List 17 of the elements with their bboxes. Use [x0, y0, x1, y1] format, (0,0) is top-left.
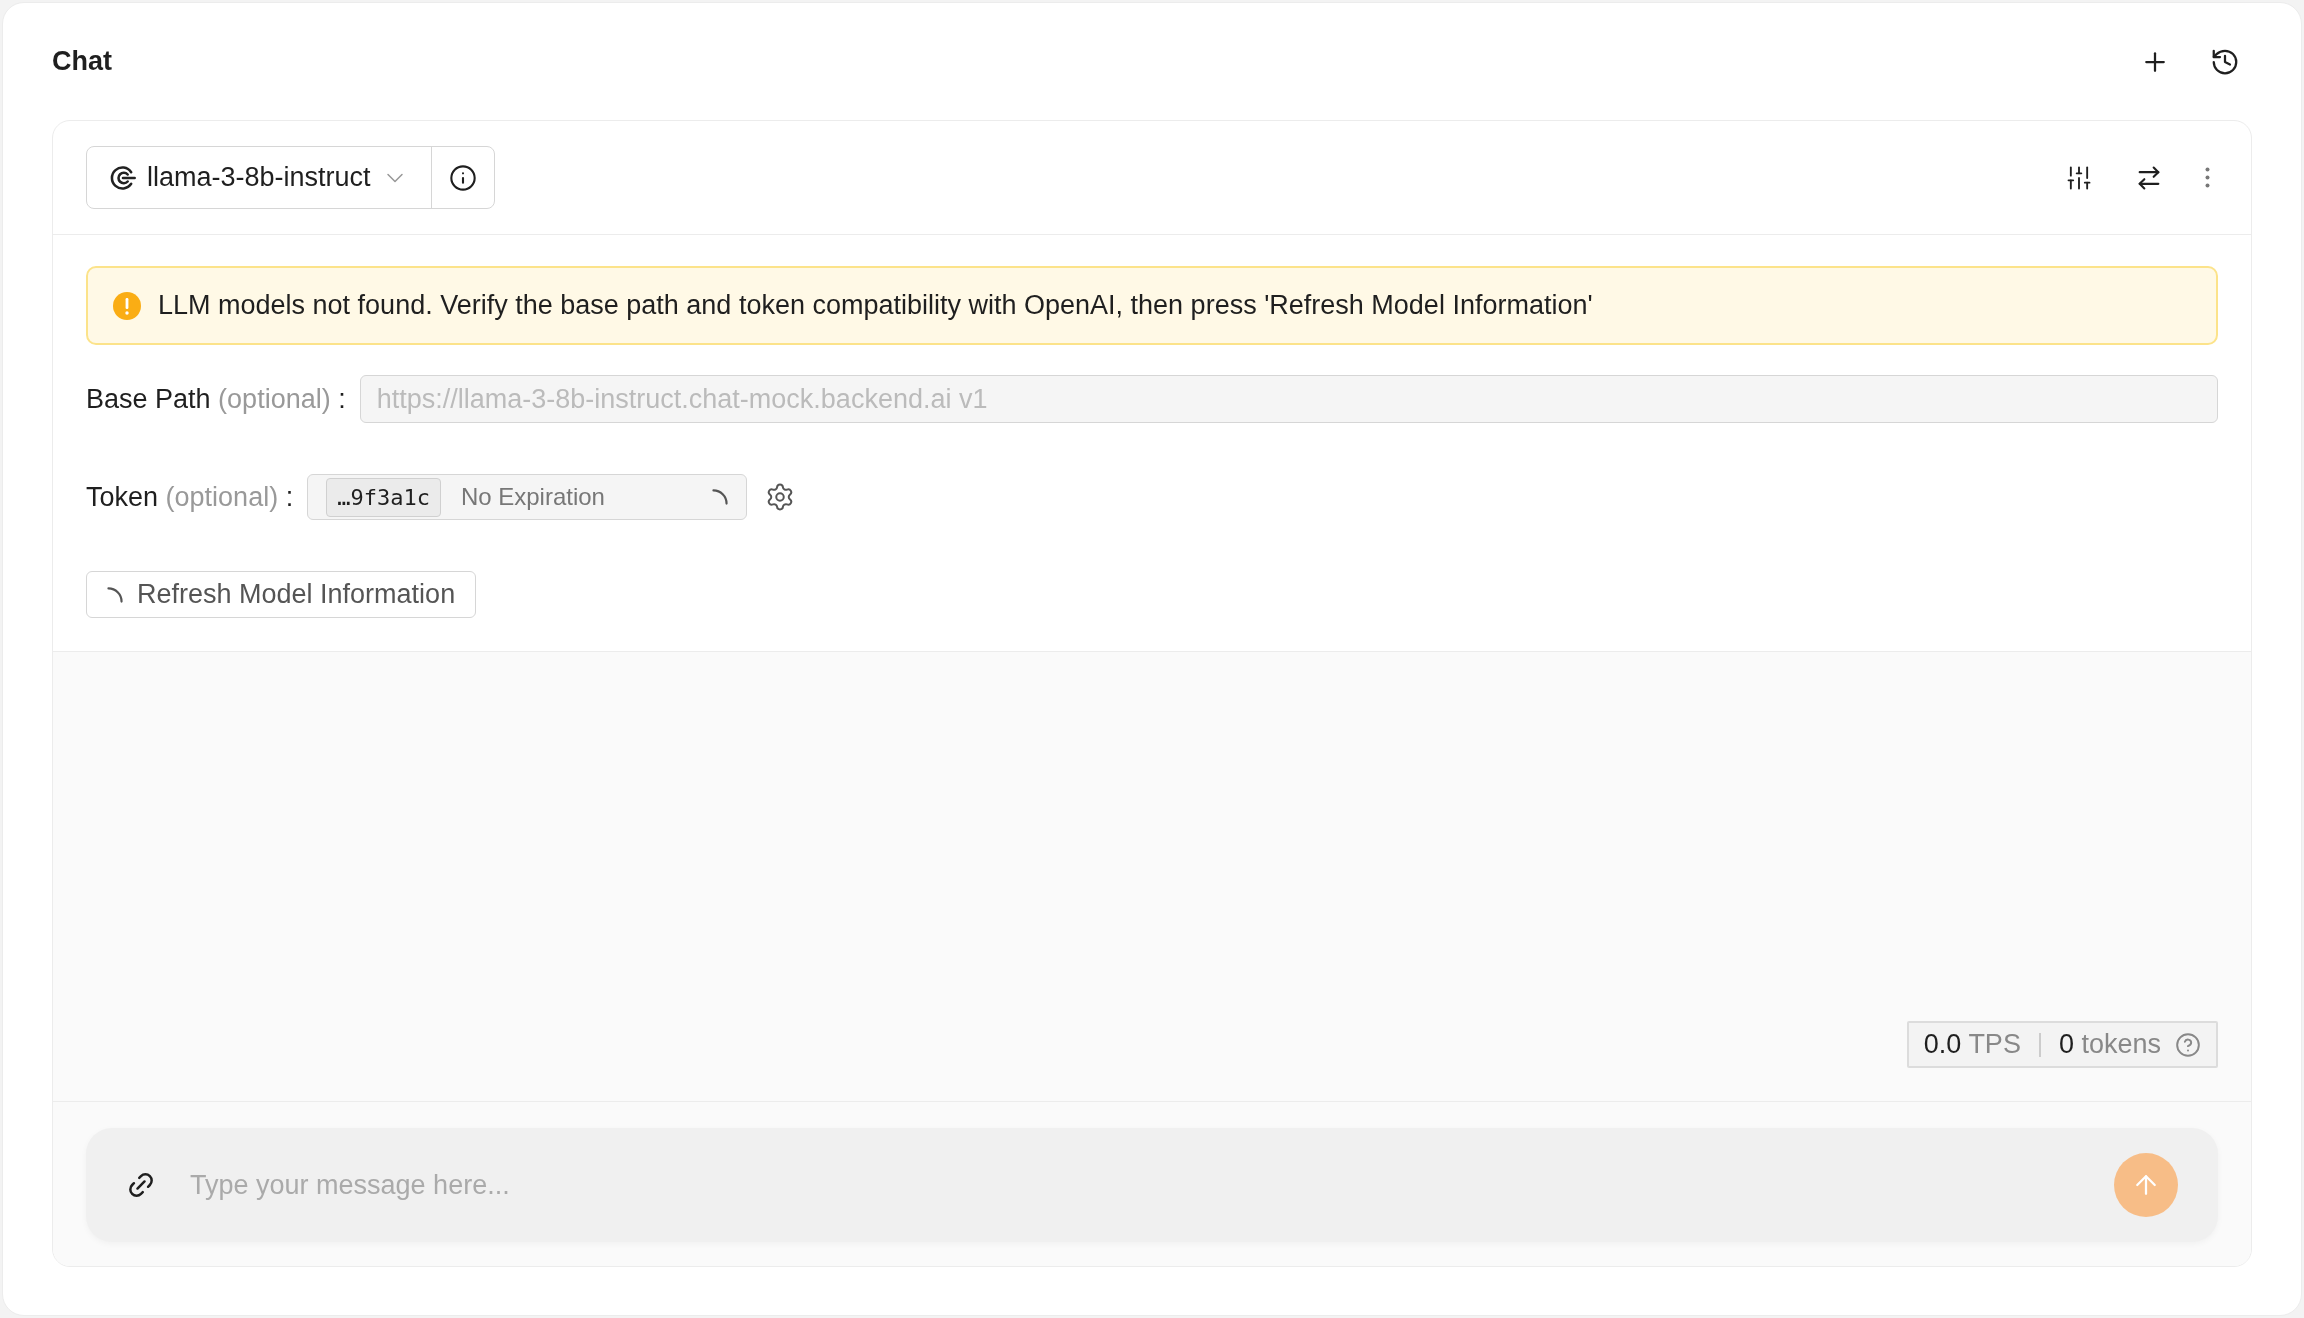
message-input[interactable]: Type your message here...	[190, 1164, 2080, 1206]
message-field[interactable]: Type your message here...	[86, 1128, 2218, 1242]
help-icon[interactable]	[2175, 1031, 2201, 1058]
token-chip: …9f3a1c	[326, 477, 441, 517]
attach-button[interactable]	[126, 1170, 156, 1200]
warning-icon	[112, 290, 142, 321]
field-label: Base Path (optional) :	[86, 382, 346, 416]
refresh-model-button[interactable]: Refresh Model Information	[86, 571, 477, 618]
alert-message: LLM models not found. Verify the base path and token compatibility with OpenAI, then press 'Refresh Model Information'	[158, 289, 1593, 323]
panel-title: Chat	[52, 45, 112, 79]
token-expiration: No Expiration	[460, 482, 606, 512]
token-count: 0 tokens	[2058, 1028, 2161, 1062]
tps-reading: 0.0 TPS	[1923, 1028, 2021, 1062]
info-icon	[448, 163, 477, 192]
more-icon	[2205, 167, 2210, 188]
field-label: Token (optional) :	[86, 480, 294, 514]
token-field[interactable]: …9f3a1c No Expiration	[307, 474, 748, 520]
